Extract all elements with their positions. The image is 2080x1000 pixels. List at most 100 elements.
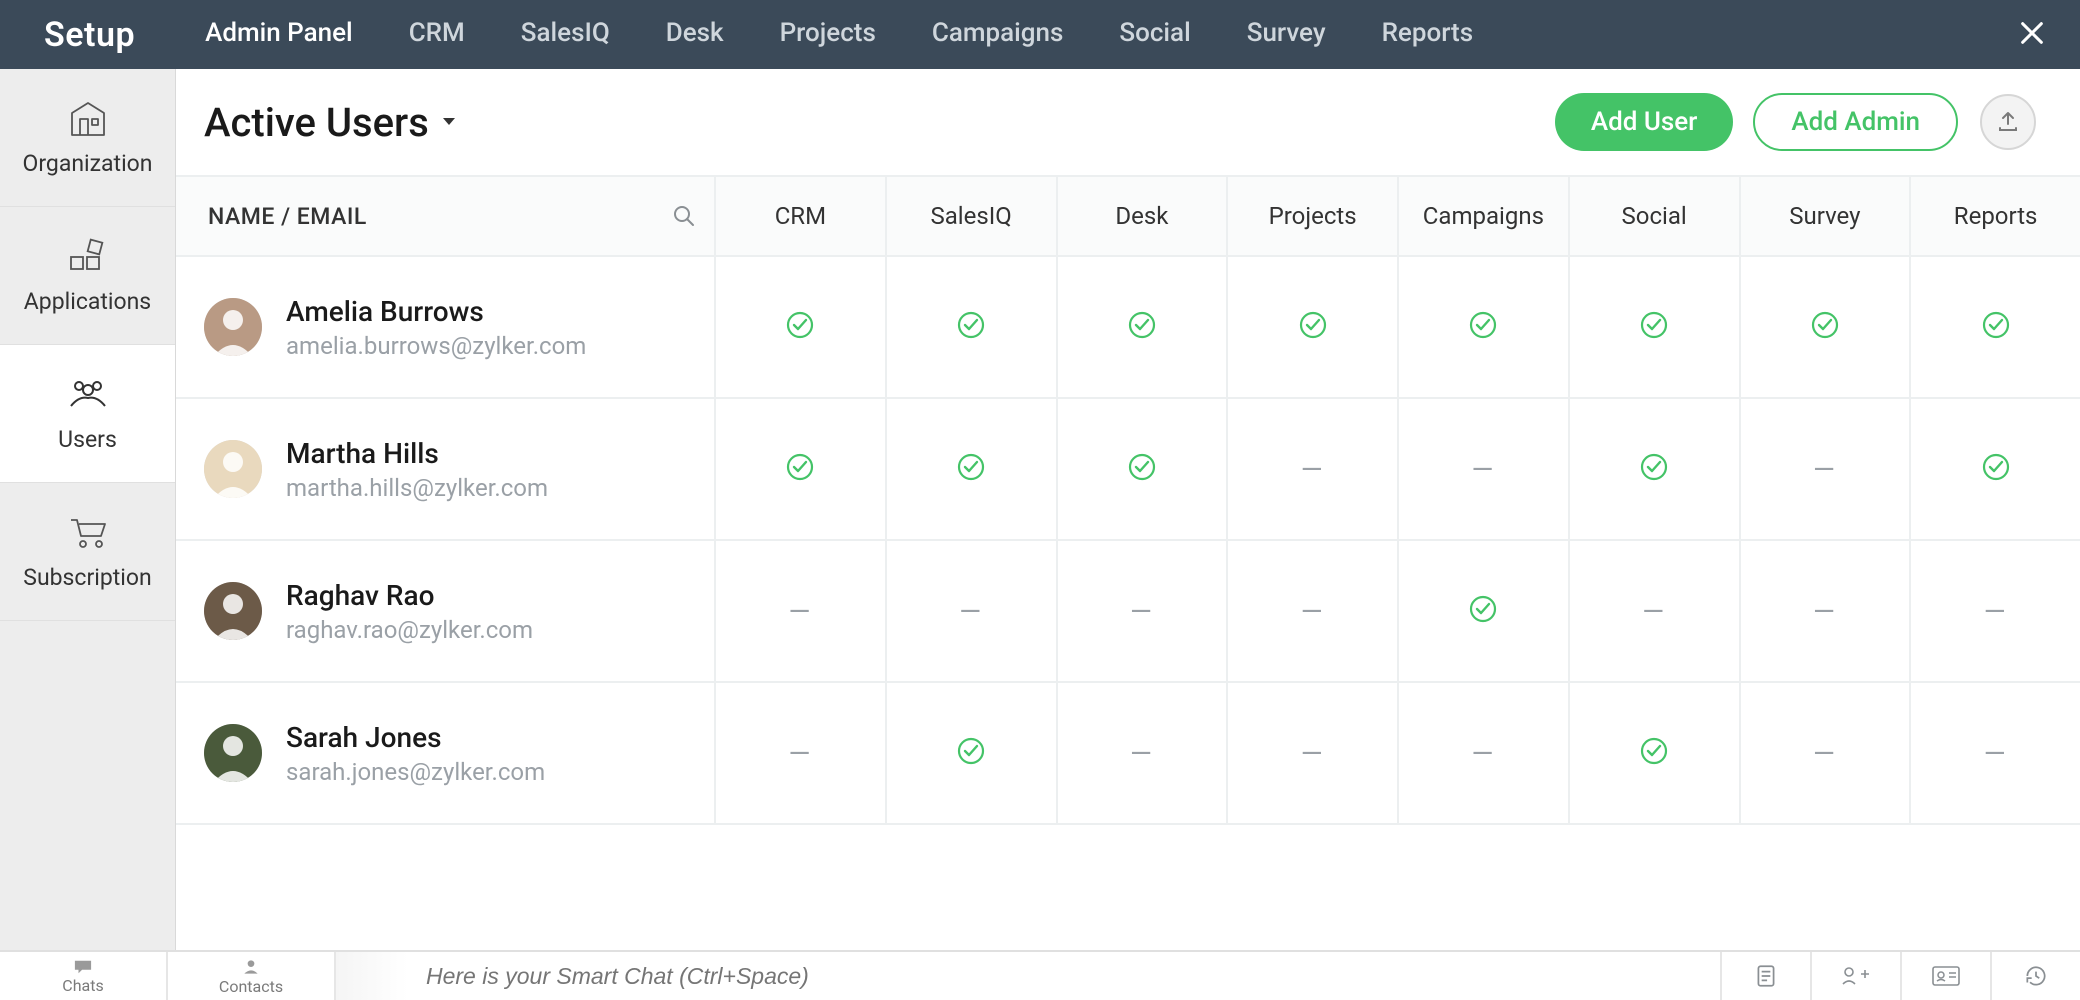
- access-cell-desk[interactable]: —: [1058, 541, 1229, 681]
- add-user-button[interactable]: Add User: [1555, 93, 1734, 151]
- table-row[interactable]: Amelia Burrowsamelia.burrows@zylker.com: [176, 257, 2080, 399]
- column-name-email-label: NAME / EMAIL: [208, 203, 367, 230]
- cart-icon: [67, 512, 109, 552]
- access-cell-social[interactable]: —: [1570, 541, 1741, 681]
- smart-chat-input[interactable]: [408, 952, 1720, 1000]
- upload-icon: [1996, 110, 2020, 134]
- no-access-dash: —: [1984, 737, 2008, 770]
- close-button[interactable]: [2018, 19, 2046, 51]
- access-cell-projects[interactable]: [1228, 257, 1399, 397]
- access-cell-salesiq[interactable]: —: [887, 541, 1058, 681]
- access-cell-crm[interactable]: [716, 399, 887, 539]
- access-cell-reports[interactable]: —: [1911, 541, 2080, 681]
- topnav-item-crm[interactable]: CRM: [409, 18, 465, 52]
- topnav-item-survey[interactable]: Survey: [1247, 18, 1326, 52]
- user-name: Sarah Jones: [286, 721, 545, 754]
- check-icon: [785, 452, 815, 486]
- access-cell-reports[interactable]: [1911, 399, 2080, 539]
- access-cell-social[interactable]: [1570, 257, 1741, 397]
- access-cell-survey[interactable]: —: [1741, 683, 1912, 823]
- access-cell-social[interactable]: [1570, 683, 1741, 823]
- access-cell-desk[interactable]: [1058, 257, 1229, 397]
- access-cell-crm[interactable]: [716, 257, 887, 397]
- access-cell-campaigns[interactable]: —: [1399, 683, 1570, 823]
- bottom-action-notes[interactable]: [1720, 952, 1810, 1000]
- access-cell-desk[interactable]: [1058, 399, 1229, 539]
- bottom-tab-contacts[interactable]: Contacts: [168, 952, 336, 1000]
- access-cell-reports[interactable]: —: [1911, 683, 2080, 823]
- access-cell-campaigns[interactable]: [1399, 257, 1570, 397]
- topnav-item-salesiq[interactable]: SalesIQ: [521, 18, 610, 52]
- access-cell-salesiq[interactable]: [887, 257, 1058, 397]
- bottom-action-invite[interactable]: [1810, 952, 1900, 1000]
- access-cell-survey[interactable]: [1741, 257, 1912, 397]
- access-cell-social[interactable]: [1570, 399, 1741, 539]
- access-cell-desk[interactable]: —: [1058, 683, 1229, 823]
- column-campaigns[interactable]: Campaigns: [1399, 177, 1570, 255]
- export-button[interactable]: [1980, 94, 2036, 150]
- access-cell-survey[interactable]: —: [1741, 399, 1912, 539]
- access-cell-reports[interactable]: [1911, 257, 2080, 397]
- no-access-dash: —: [1984, 595, 2008, 628]
- check-icon: [1468, 594, 1498, 628]
- access-cell-projects[interactable]: —: [1228, 683, 1399, 823]
- no-access-dash: —: [1471, 453, 1495, 486]
- access-cell-salesiq[interactable]: [887, 399, 1058, 539]
- check-icon: [956, 736, 986, 770]
- no-access-dash: —: [788, 737, 812, 770]
- column-reports[interactable]: Reports: [1911, 177, 2080, 255]
- chat-icon: [72, 958, 94, 976]
- sidebar-item-users[interactable]: Users: [0, 345, 175, 483]
- search-icon[interactable]: [672, 204, 696, 228]
- brand-title: Setup: [44, 15, 135, 55]
- column-name-email[interactable]: NAME / EMAIL: [176, 177, 716, 255]
- cell-user: Sarah Jonessarah.jones@zylker.com: [176, 683, 716, 823]
- access-cell-salesiq[interactable]: [887, 683, 1058, 823]
- user-email: martha.hills@zylker.com: [286, 474, 548, 502]
- access-cell-crm[interactable]: —: [716, 541, 887, 681]
- table-row[interactable]: Martha Hillsmartha.hills@zylker.com — — —: [176, 399, 2080, 541]
- bottom-tab-chats[interactable]: Chats: [0, 952, 168, 1000]
- bottom-bar: Chats Contacts: [0, 950, 2080, 1000]
- no-access-dash: —: [959, 595, 983, 628]
- avatar: [204, 440, 262, 498]
- cell-user: Martha Hillsmartha.hills@zylker.com: [176, 399, 716, 539]
- topnav-item-reports[interactable]: Reports: [1382, 18, 1474, 52]
- bottom-action-card[interactable]: [1900, 952, 1990, 1000]
- user-email: amelia.burrows@zylker.com: [286, 332, 586, 360]
- topnav-item-social[interactable]: Social: [1119, 18, 1190, 52]
- topnav-item-projects[interactable]: Projects: [780, 18, 876, 52]
- check-icon: [1468, 310, 1498, 344]
- column-projects[interactable]: Projects: [1228, 177, 1399, 255]
- column-salesiq[interactable]: SalesIQ: [887, 177, 1058, 255]
- topnav-item-admin-panel[interactable]: Admin Panel: [205, 18, 353, 52]
- add-admin-button[interactable]: Add Admin: [1753, 93, 1958, 151]
- no-access-dash: —: [1642, 595, 1666, 628]
- table-row[interactable]: Raghav Raoraghav.rao@zylker.com———————: [176, 541, 2080, 683]
- sidebar-item-applications[interactable]: Applications: [0, 207, 175, 345]
- topnav-item-desk[interactable]: Desk: [666, 18, 724, 52]
- check-icon: [956, 310, 986, 344]
- column-desk[interactable]: Desk: [1058, 177, 1229, 255]
- no-access-dash: —: [1813, 453, 1837, 486]
- topnav-item-campaigns[interactable]: Campaigns: [932, 18, 1064, 52]
- access-cell-crm[interactable]: —: [716, 683, 887, 823]
- access-cell-projects[interactable]: —: [1228, 541, 1399, 681]
- table-row[interactable]: Sarah Jonessarah.jones@zylker.com——————: [176, 683, 2080, 825]
- no-access-dash: —: [1130, 737, 1154, 770]
- sidebar-item-organization[interactable]: Organization: [0, 69, 175, 207]
- access-cell-survey[interactable]: —: [1741, 541, 1912, 681]
- column-social[interactable]: Social: [1570, 177, 1741, 255]
- bottom-tab-chats-label: Chats: [62, 976, 103, 995]
- bottom-action-history[interactable]: [1990, 952, 2080, 1000]
- sidebar-item-subscription[interactable]: Subscription: [0, 483, 175, 621]
- avatar: [204, 298, 262, 356]
- no-access-dash: —: [1301, 595, 1325, 628]
- column-crm[interactable]: CRM: [716, 177, 887, 255]
- no-access-dash: —: [1813, 595, 1837, 628]
- access-cell-campaigns[interactable]: —: [1399, 399, 1570, 539]
- access-cell-campaigns[interactable]: [1399, 541, 1570, 681]
- access-cell-projects[interactable]: —: [1228, 399, 1399, 539]
- column-survey[interactable]: Survey: [1741, 177, 1912, 255]
- page-title-dropdown[interactable]: Active Users: [204, 99, 457, 146]
